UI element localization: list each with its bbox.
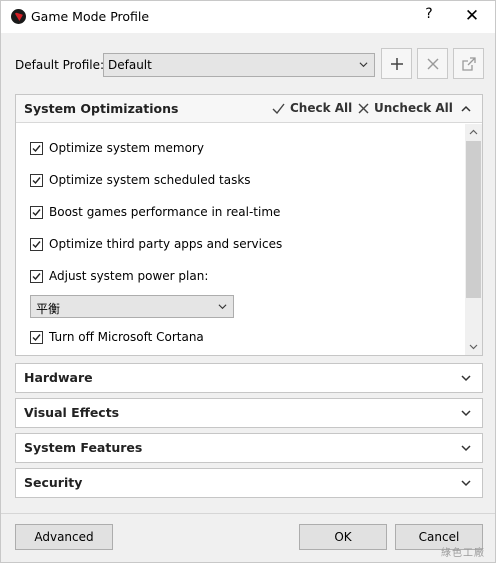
- chevron-down-icon: [461, 410, 471, 417]
- add-profile-button[interactable]: [381, 48, 412, 79]
- window-title: Game Mode Profile: [31, 9, 150, 24]
- app-logo-icon: [11, 9, 26, 24]
- x-icon: [358, 103, 369, 113]
- chevron-up-icon[interactable]: [460, 103, 472, 115]
- option-label: Optimize system memory: [49, 141, 204, 155]
- x-icon: [427, 58, 438, 69]
- option-label: Turn off Microsoft Cortana: [49, 330, 204, 344]
- default-profile-dropdown[interactable]: Default: [103, 53, 375, 77]
- delete-profile-button[interactable]: [417, 48, 448, 79]
- watermark-text: 綠色工廠: [441, 548, 485, 559]
- ok-button[interactable]: OK: [299, 524, 387, 550]
- check-all-label: Check All: [290, 101, 353, 115]
- close-button[interactable]: ✕: [461, 6, 483, 28]
- section-title: Security: [24, 475, 83, 490]
- system-optimizations-header[interactable]: System Optimizations Check All Uncheck A…: [16, 95, 482, 123]
- export-icon: [461, 56, 476, 71]
- uncheck-all-label: Uncheck All: [374, 101, 453, 115]
- checkbox-checked[interactable]: [30, 237, 43, 251]
- plus-icon: [390, 57, 403, 70]
- scroll-down-arrow-icon[interactable]: [465, 338, 482, 355]
- option-label: Optimize system scheduled tasks: [49, 173, 251, 187]
- section-title: System Features: [24, 440, 143, 455]
- default-profile-value: Default: [108, 58, 152, 72]
- power-plan-dropdown[interactable]: 平衡: [30, 295, 234, 318]
- help-button[interactable]: ?: [419, 6, 439, 26]
- section-title: Hardware: [24, 370, 93, 385]
- checkbox-checked[interactable]: [30, 141, 43, 155]
- options-scrollbar[interactable]: [465, 124, 482, 355]
- section-system-features[interactable]: System Features: [15, 433, 483, 463]
- scroll-up-arrow-icon[interactable]: [465, 124, 482, 141]
- section-header[interactable]: Hardware: [16, 364, 482, 392]
- section-header[interactable]: System Features: [16, 434, 482, 462]
- title-bar: Game Mode Profile ? ✕: [1, 1, 495, 33]
- option-label: Adjust system power plan:: [49, 269, 209, 283]
- option-optimize-scheduled-tasks[interactable]: Optimize system scheduled tasks: [30, 173, 251, 187]
- checkbox-checked[interactable]: [30, 205, 43, 219]
- export-profile-button[interactable]: [453, 48, 484, 79]
- section-hardware[interactable]: Hardware: [15, 363, 483, 393]
- checkbox-checked[interactable]: [30, 330, 43, 344]
- game-mode-profile-window: Game Mode Profile ? ✕ Default Profile: D…: [0, 0, 496, 563]
- scrollbar-thumb[interactable]: [466, 141, 481, 298]
- chevron-down-icon: [218, 304, 227, 310]
- section-security[interactable]: Security: [15, 468, 483, 498]
- advanced-button[interactable]: Advanced: [15, 524, 113, 550]
- checkbox-checked[interactable]: [30, 173, 43, 187]
- check-all-button[interactable]: Check All: [272, 101, 352, 115]
- uncheck-all-button[interactable]: Uncheck All: [358, 101, 453, 115]
- option-optimize-memory[interactable]: Optimize system memory: [30, 141, 204, 155]
- section-header[interactable]: Visual Effects: [16, 399, 482, 427]
- option-label: Optimize third party apps and services: [49, 237, 283, 251]
- chevron-down-icon: [461, 480, 471, 487]
- default-profile-label: Default Profile:: [15, 58, 105, 72]
- section-header[interactable]: Security: [16, 469, 482, 497]
- system-optimizations-panel: System Optimizations Check All Uncheck A…: [15, 94, 483, 356]
- chevron-down-icon: [359, 62, 368, 68]
- checkbox-checked[interactable]: [30, 269, 43, 283]
- dialog-footer: Advanced OK Cancel: [1, 513, 495, 562]
- system-optimizations-title: System Optimizations: [24, 101, 179, 116]
- option-optimize-third-party[interactable]: Optimize third party apps and services: [30, 237, 282, 251]
- option-turn-off-cortana[interactable]: Turn off Microsoft Cortana: [30, 330, 204, 344]
- option-adjust-power-plan[interactable]: Adjust system power plan:: [30, 269, 208, 283]
- chevron-down-icon: [461, 445, 471, 452]
- option-boost-games[interactable]: Boost games performance in real-time: [30, 205, 280, 219]
- section-title: Visual Effects: [24, 405, 120, 420]
- chevron-down-icon: [461, 375, 471, 382]
- option-label: Boost games performance in real-time: [49, 205, 281, 219]
- checkmark-icon: [272, 103, 285, 114]
- power-plan-value: 平衡: [36, 302, 61, 316]
- section-visual-effects[interactable]: Visual Effects: [15, 398, 483, 428]
